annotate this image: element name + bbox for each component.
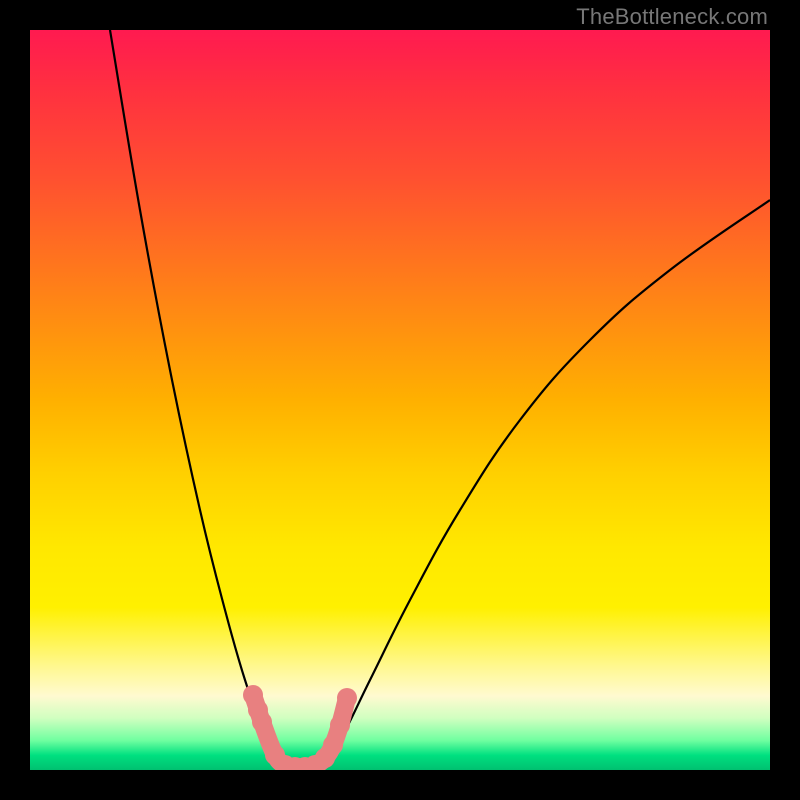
- chart-svg: [30, 30, 770, 770]
- left-curve: [110, 30, 290, 765]
- marker-dot: [323, 735, 343, 755]
- marker-dot: [337, 688, 357, 708]
- marker-dot: [252, 712, 272, 732]
- right-curve: [320, 200, 770, 765]
- marker-dot: [330, 715, 350, 735]
- plot-area: [30, 30, 770, 770]
- chart-frame: TheBottleneck.com: [0, 0, 800, 800]
- watermark-text: TheBottleneck.com: [576, 4, 768, 30]
- bottom-marker-dots: [243, 685, 357, 770]
